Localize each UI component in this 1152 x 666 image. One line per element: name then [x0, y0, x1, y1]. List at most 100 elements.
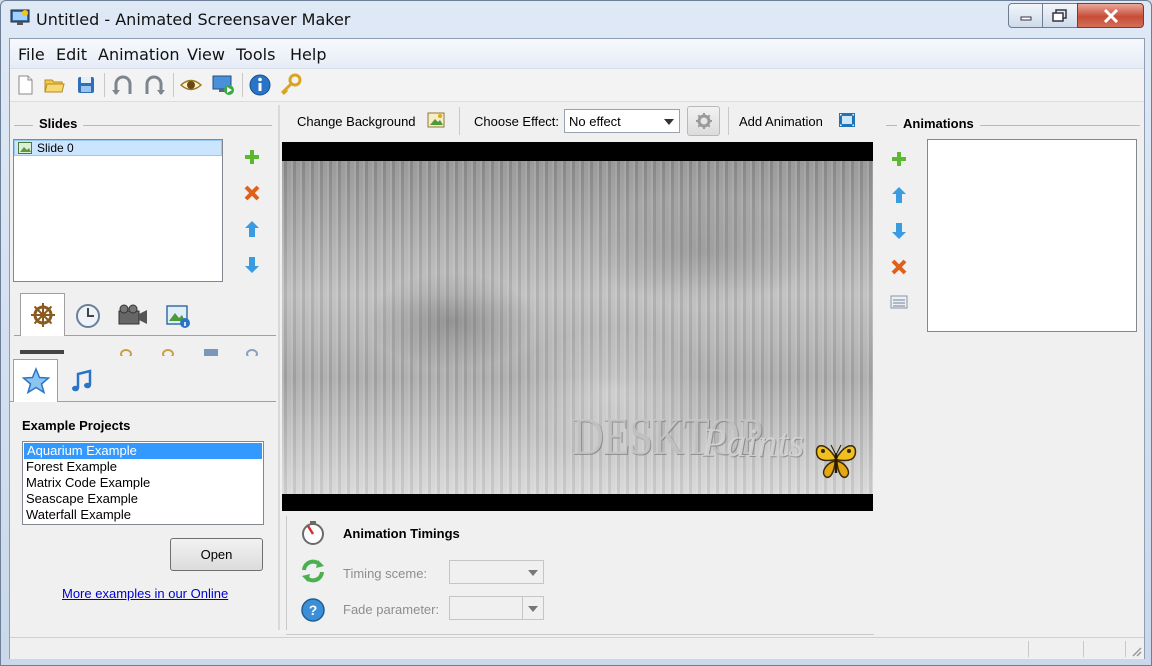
move-slide-up-button[interactable]: [241, 218, 263, 240]
fade-parameter-select[interactable]: [449, 596, 544, 620]
register-button[interactable]: [278, 72, 304, 98]
tab-music[interactable]: [64, 365, 100, 399]
resize-grip-icon[interactable]: [1130, 645, 1142, 657]
timing-scheme-icon: [300, 558, 326, 584]
arrow-down-icon: [245, 257, 259, 273]
restore-icon: [1052, 8, 1067, 22]
move-animation-down-button[interactable]: [888, 220, 910, 242]
redo-icon: [145, 75, 165, 95]
butterfly-icon[interactable]: [812, 439, 860, 481]
add-icon: [892, 152, 906, 166]
maximize-button[interactable]: [1042, 3, 1078, 28]
client-area: File Edit Animation View Tools Help Slid…: [9, 38, 1145, 659]
effect-settings-button[interactable]: [687, 106, 720, 136]
add-icon: [245, 150, 259, 164]
add-slide-button[interactable]: [241, 146, 263, 168]
change-background-button[interactable]: Change Background: [297, 114, 416, 129]
animations-header: Animations: [897, 116, 980, 131]
menu-edit[interactable]: Edit: [56, 45, 87, 64]
add-animation-side-button[interactable]: [888, 148, 910, 170]
slides-header: Slides: [33, 116, 84, 131]
animation-properties-button[interactable]: [888, 291, 910, 313]
chevron-down-icon: [664, 119, 674, 125]
timings-header: Animation Timings: [343, 526, 460, 541]
menu-animation[interactable]: Animation: [98, 45, 180, 64]
app-window: Untitled - Animated Screensaver Maker Fi…: [0, 0, 1152, 666]
fade-help-icon-wrap[interactable]: ?: [300, 597, 326, 623]
move-slide-down-button[interactable]: [241, 254, 263, 276]
undo-button[interactable]: [110, 72, 136, 98]
slide-preview[interactable]: DESKTOP Paints: [282, 142, 873, 511]
list-item[interactable]: Aquarium Example: [24, 443, 262, 459]
help-icon: ?: [301, 598, 325, 622]
list-item[interactable]: Seascape Example: [23, 491, 263, 507]
animations-list[interactable]: [927, 139, 1137, 332]
menu-file[interactable]: File: [18, 45, 45, 64]
stopwatch-icon: [302, 521, 324, 545]
list-item[interactable]: Forest Example: [23, 459, 263, 475]
info-icon: [249, 74, 271, 96]
list-item[interactable]: Matrix Code Example: [23, 475, 263, 491]
menu-help[interactable]: Help: [290, 45, 326, 64]
hidden-tab-content: [20, 348, 270, 356]
open-folder-icon: [44, 79, 65, 93]
background-image-icon: [427, 112, 445, 128]
open-button[interactable]: [41, 72, 67, 98]
menu-view[interactable]: View: [187, 45, 225, 64]
preview-button[interactable]: [178, 72, 204, 98]
add-animation-button[interactable]: Add Animation: [739, 114, 823, 129]
list-properties-icon: [890, 295, 908, 309]
redo-button[interactable]: [141, 72, 167, 98]
menu-tools[interactable]: Tools: [236, 45, 275, 64]
background-image: DESKTOP Paints: [282, 161, 873, 494]
effect-select[interactable]: No effect: [564, 109, 680, 133]
gear-icon: [695, 113, 712, 129]
window-title: Untitled - Animated Screensaver Maker: [36, 10, 351, 29]
save-button[interactable]: [73, 72, 99, 98]
delete-animation-button[interactable]: [888, 256, 910, 278]
tab-slide-settings[interactable]: [20, 293, 65, 336]
delete-icon: [244, 185, 260, 201]
fade-parameter-label: Fade parameter:: [343, 602, 440, 617]
music-note-icon: [72, 369, 92, 392]
tab-video[interactable]: [113, 299, 153, 333]
refresh-icon: [302, 559, 324, 583]
timing-scheme-select[interactable]: [449, 560, 544, 584]
timings-header-icon: [300, 520, 326, 546]
tab-timing[interactable]: [70, 299, 106, 333]
list-item[interactable]: Waterfall Example: [23, 507, 263, 523]
open-example-button[interactable]: Open: [170, 538, 263, 571]
tab-image-properties[interactable]: [160, 299, 196, 333]
svg-text:?: ?: [309, 602, 318, 618]
app-icon: [10, 9, 30, 27]
ship-wheel-icon: [30, 303, 55, 327]
film-icon: [839, 113, 855, 127]
watermark-paints: Paints: [702, 420, 805, 465]
close-button[interactable]: [1077, 3, 1144, 28]
arrow-up-icon: [892, 187, 906, 203]
examples-list[interactable]: Aquarium Example Forest Example Matrix C…: [22, 441, 264, 525]
list-item[interactable]: Slide 0: [14, 140, 222, 156]
slides-list[interactable]: Slide 0: [13, 139, 223, 282]
save-icon: [78, 77, 94, 93]
effect-value: No effect: [569, 114, 621, 129]
main-toolbar: [10, 69, 1144, 102]
change-background-icon-button[interactable]: [427, 111, 447, 131]
tab-examples[interactable]: [13, 359, 58, 402]
run-screensaver-button[interactable]: [210, 72, 236, 98]
title-bar: Untitled - Animated Screensaver Maker: [1, 1, 1151, 38]
status-bar: [10, 637, 1144, 659]
minimize-button[interactable]: [1008, 3, 1043, 28]
image-info-icon: [166, 305, 190, 328]
more-examples-link[interactable]: More examples in our Online: [62, 586, 228, 601]
run-screensaver-icon: [212, 75, 234, 95]
delete-slide-button[interactable]: [241, 182, 263, 204]
slide-label: Slide 0: [37, 141, 74, 155]
star-icon: [21, 367, 50, 395]
minimize-icon: [1020, 16, 1031, 20]
move-animation-up-button[interactable]: [888, 184, 910, 206]
new-button[interactable]: [12, 72, 38, 98]
add-animation-icon-button[interactable]: [838, 111, 858, 131]
info-button[interactable]: [247, 72, 273, 98]
timing-scheme-label: Timing sceme:: [343, 566, 428, 581]
